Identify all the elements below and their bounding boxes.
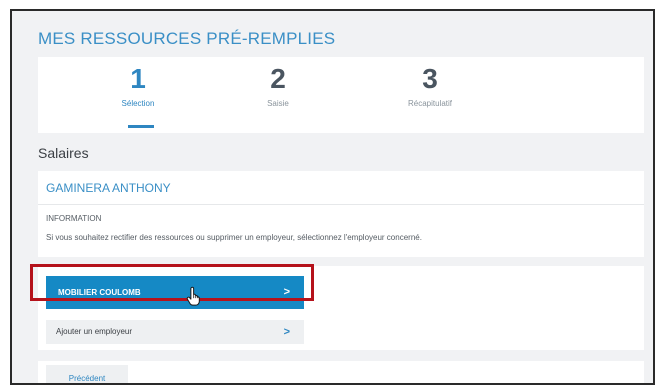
step-selection[interactable]: 1 Sélection (78, 57, 198, 108)
info-heading: INFORMATION (46, 214, 102, 223)
step-label: Sélection (121, 99, 155, 108)
active-step-indicator (128, 125, 154, 128)
employee-card: GAMINERA ANTHONY INFORMATION Si vous sou… (38, 171, 644, 257)
step-recapitulatif[interactable]: 3 Récapitulatif (370, 57, 490, 108)
footer-actions: Précédent (38, 361, 644, 383)
step-saisie[interactable]: 2 Saisie (218, 57, 338, 108)
stepper: 1 Sélection 2 Saisie 3 Récapitulatif (38, 57, 644, 133)
step-label: Récapitulatif (407, 99, 453, 108)
add-employer-label: Ajouter un employeur (56, 327, 133, 336)
page-title: MES RESSOURCES PRÉ-REMPLIES (38, 29, 336, 48)
divider (38, 204, 644, 205)
highlight-annotation (30, 264, 314, 301)
employee-name: GAMINERA ANTHONY (46, 181, 171, 195)
step-label: Saisie (267, 99, 289, 108)
previous-button[interactable]: Précédent (46, 365, 128, 383)
info-text: Si vous souhaitez rectifier des ressourc… (46, 233, 422, 242)
chevron-right-icon: > (283, 326, 290, 338)
hand-pointer-icon (186, 286, 200, 306)
add-employer-button[interactable]: Ajouter un employeur > (46, 320, 304, 344)
step-number: 2 (270, 63, 286, 94)
section-title: Salaires (38, 145, 89, 161)
step-number: 1 (130, 63, 146, 94)
step-number: 3 (422, 63, 438, 94)
app-frame: MES RESSOURCES PRÉ-REMPLIES 1 Sélection … (10, 9, 655, 385)
